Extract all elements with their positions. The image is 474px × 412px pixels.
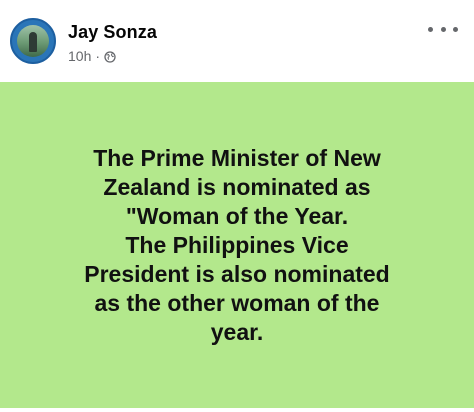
more-dot bbox=[428, 26, 433, 32]
post-text-background: The Prime Minister of New Zealand is nom… bbox=[0, 82, 474, 408]
meta-separator: · bbox=[95, 48, 101, 64]
more-options-icon[interactable] bbox=[428, 22, 458, 36]
author-avatar[interactable] bbox=[10, 18, 56, 64]
post-header: Jay Sonza 10h · bbox=[0, 0, 474, 82]
globe-icon[interactable] bbox=[104, 50, 116, 63]
facebook-post: Jay Sonza 10h · The Prime Minister of Ne… bbox=[0, 0, 474, 412]
more-dot bbox=[440, 26, 446, 32]
more-dot bbox=[453, 26, 458, 32]
author-name[interactable]: Jay Sonza bbox=[68, 22, 157, 43]
post-meta: 10h · bbox=[68, 48, 116, 64]
post-timestamp[interactable]: 10h bbox=[68, 48, 91, 64]
avatar-figure bbox=[29, 32, 37, 52]
post-body-text: The Prime Minister of New Zealand is nom… bbox=[84, 144, 390, 345]
